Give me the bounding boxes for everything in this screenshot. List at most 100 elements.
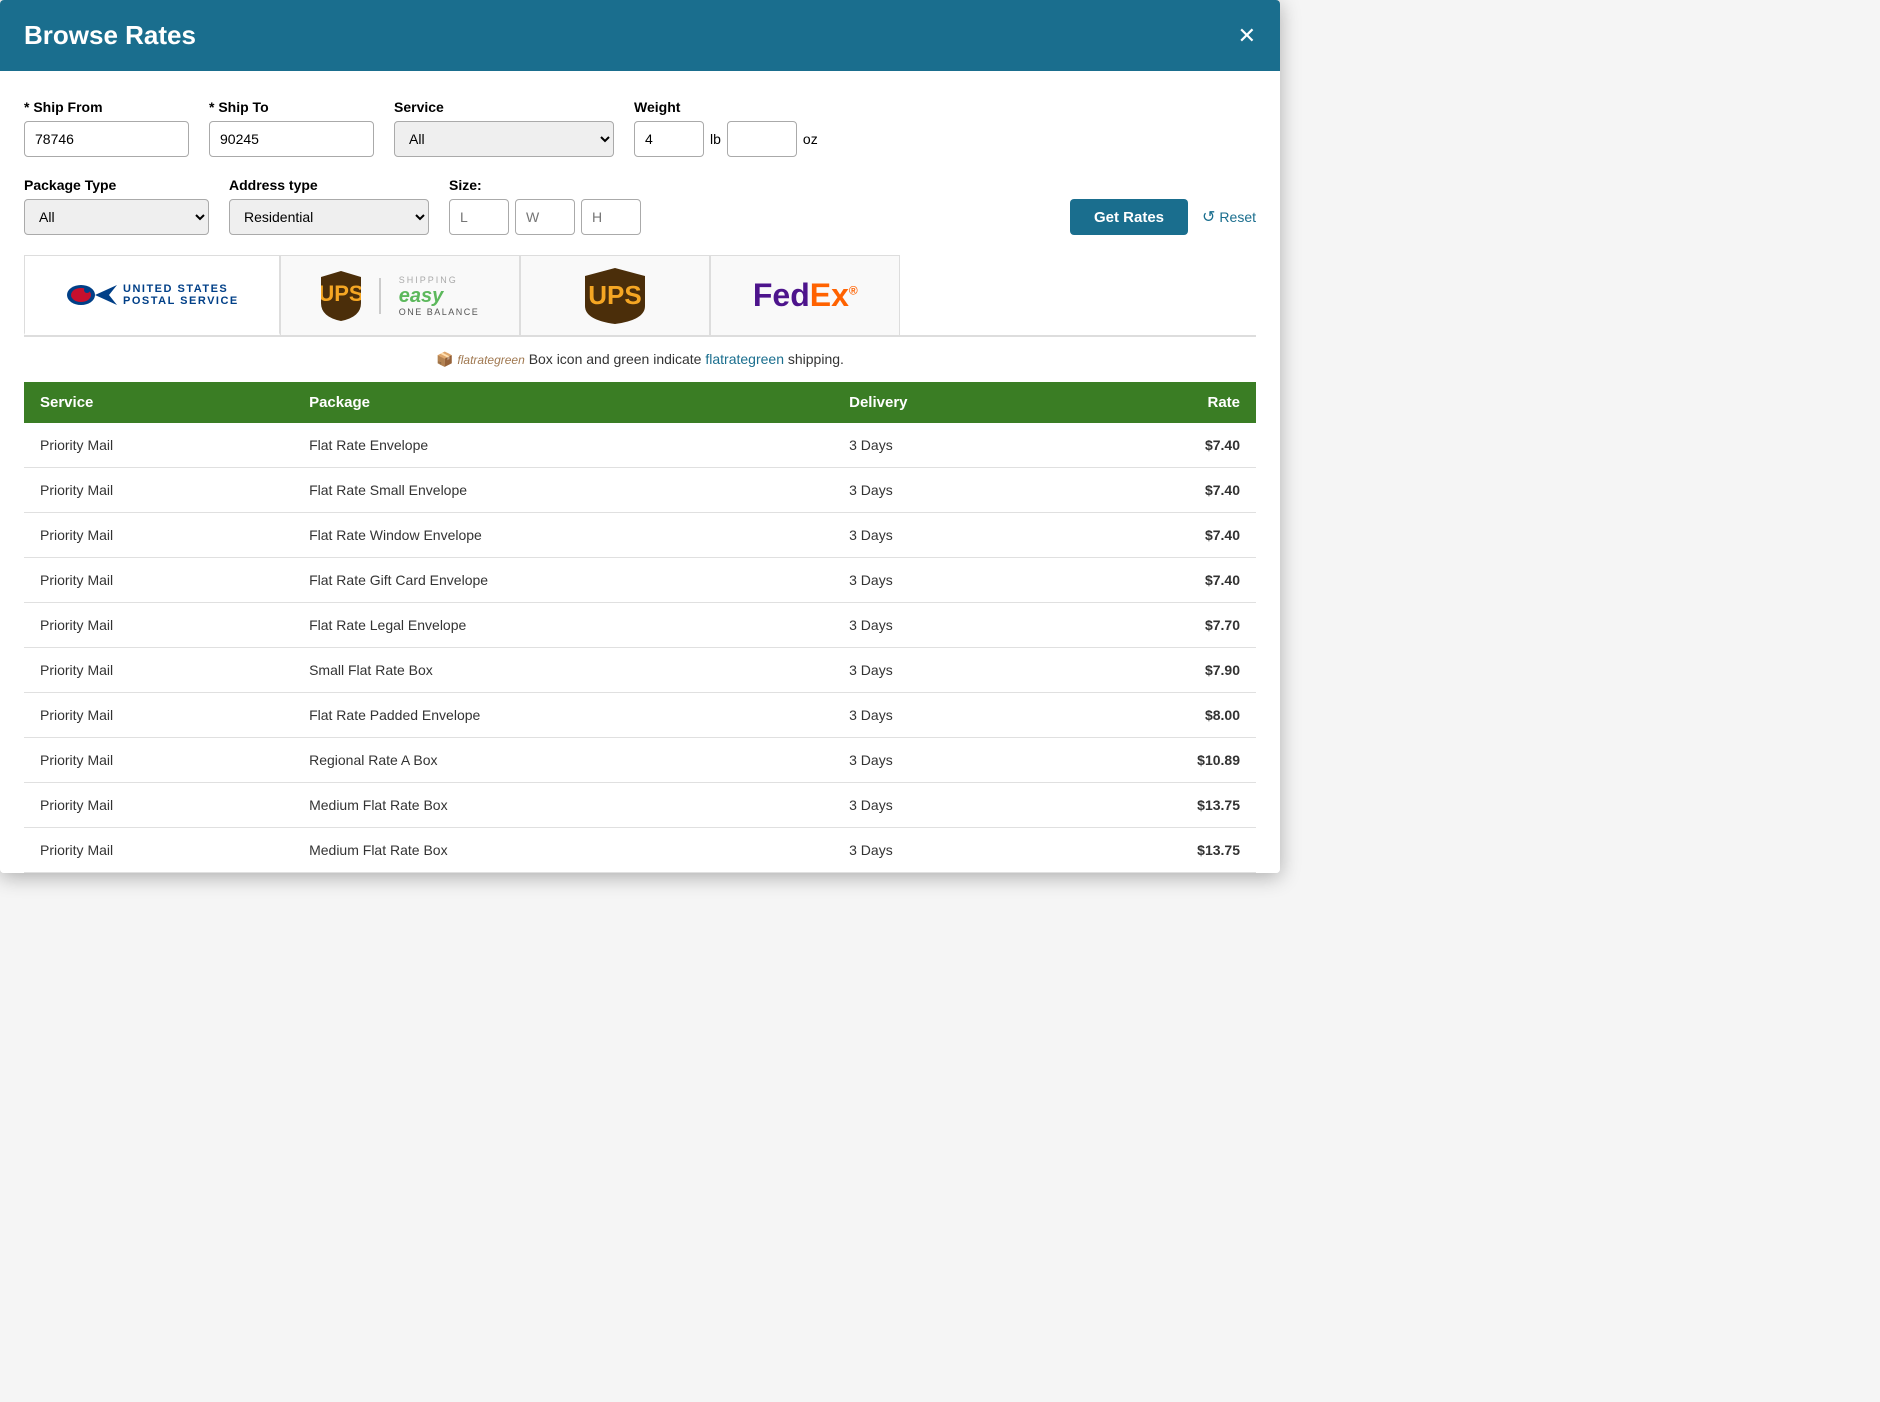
service-label: Service <box>394 99 614 115</box>
table-body: Priority Mail Flat Rate Envelope 3 Days … <box>24 423 1256 873</box>
ship-from-input[interactable] <box>24 121 189 157</box>
carrier-tab-fedex[interactable]: FedEx® <box>710 255 900 335</box>
svg-text:UPS: UPS <box>589 280 642 310</box>
cell-delivery: 3 Days <box>833 513 1064 558</box>
reset-button[interactable]: ↺ Reset <box>1202 207 1256 227</box>
ups-shield-icon: UPS <box>321 271 361 321</box>
package-type-select[interactable]: All Flat Rate Your Packaging <box>24 199 209 235</box>
cell-service: Priority Mail <box>24 693 293 738</box>
cell-package: Flat Rate Padded Envelope <box>293 693 833 738</box>
ups-se-logo: UPS shipping easy ONE BALANCE <box>321 271 480 321</box>
table-row: Priority Mail Small Flat Rate Box 3 Days… <box>24 648 1256 693</box>
carrier-tabs: UNITED STATES POSTAL SERVICE UPS shippin… <box>24 255 1256 337</box>
lb-unit: lb <box>710 131 721 147</box>
cell-service: Priority Mail <box>24 603 293 648</box>
se-line1: shipping <box>399 275 480 285</box>
cell-service: Priority Mail <box>24 648 293 693</box>
weight-group: Weight lb oz <box>634 99 818 157</box>
cell-delivery: 3 Days <box>833 603 1064 648</box>
cell-rate: $13.75 <box>1064 783 1256 828</box>
modal-title: Browse Rates <box>24 20 196 51</box>
cell-package: Flat Rate Window Envelope <box>293 513 833 558</box>
service-select[interactable]: All Priority Mail Priority Mail Express … <box>394 121 614 157</box>
weight-label: Weight <box>634 99 818 115</box>
close-button[interactable]: ✕ <box>1238 25 1256 47</box>
ups-logo: UPS <box>585 268 645 324</box>
col-service: Service <box>24 382 293 423</box>
service-group: Service All Priority Mail Priority Mail … <box>394 99 614 157</box>
divider <box>379 278 381 314</box>
cell-package: Small Flat Rate Box <box>293 648 833 693</box>
cell-rate: $7.90 <box>1064 648 1256 693</box>
size-w-input[interactable] <box>515 199 575 235</box>
reset-icon: ↺ <box>1202 207 1215 227</box>
table-row: Priority Mail Flat Rate Gift Card Envelo… <box>24 558 1256 603</box>
size-group: Size: <box>449 177 641 235</box>
size-h-input[interactable] <box>581 199 641 235</box>
package-type-label: Package Type <box>24 177 209 193</box>
table-row: Priority Mail Medium Flat Rate Box 3 Day… <box>24 828 1256 873</box>
form-actions: Get Rates ↺ Reset <box>1070 199 1256 235</box>
table-row: Priority Mail Flat Rate Small Envelope 3… <box>24 468 1256 513</box>
fedex-ex: Ex <box>810 277 849 313</box>
ship-to-label: * Ship To <box>209 99 374 115</box>
fedex-reg: ® <box>849 283 858 297</box>
cell-rate: $7.40 <box>1064 423 1256 468</box>
cell-rate: $7.40 <box>1064 468 1256 513</box>
col-delivery: Delivery <box>833 382 1064 423</box>
se-line2: easy <box>399 285 480 307</box>
weight-oz-input[interactable] <box>727 121 797 157</box>
carrier-tab-usps[interactable]: UNITED STATES POSTAL SERVICE <box>24 255 280 335</box>
modal-body: * Ship From * Ship To Service All Priori… <box>0 71 1280 873</box>
ship-to-group: * Ship To <box>209 99 374 157</box>
info-bar: 📦 flatrategreen Box icon and green indic… <box>24 337 1256 382</box>
cell-delivery: 3 Days <box>833 648 1064 693</box>
cell-delivery: 3 Days <box>833 828 1064 873</box>
table-row: Priority Mail Medium Flat Rate Box 3 Day… <box>24 783 1256 828</box>
carrier-tab-ups-se[interactable]: UPS shipping easy ONE BALANCE <box>280 255 521 335</box>
cell-rate: $7.40 <box>1064 558 1256 603</box>
form-row-2: Package Type All Flat Rate Your Packagin… <box>24 177 1256 235</box>
fedex-logo: FedEx® <box>753 277 858 314</box>
table-header: Service Package Delivery Rate <box>24 382 1256 423</box>
modal-header: Browse Rates ✕ <box>0 0 1280 71</box>
info-text-before: Box icon and green indicate <box>529 351 706 367</box>
cell-package: Flat Rate Legal Envelope <box>293 603 833 648</box>
usps-line2: POSTAL SERVICE <box>123 295 239 307</box>
cell-service: Priority Mail <box>24 783 293 828</box>
cell-service: Priority Mail <box>24 513 293 558</box>
ship-to-input[interactable] <box>209 121 374 157</box>
cell-service: Priority Mail <box>24 468 293 513</box>
cell-package: Medium Flat Rate Box <box>293 783 833 828</box>
flatrategreen-link[interactable]: flatrategreen <box>705 351 784 367</box>
shipping-easy-text: shipping easy ONE BALANCE <box>399 275 480 317</box>
cell-rate: $7.70 <box>1064 603 1256 648</box>
usps-line1: UNITED STATES <box>123 283 239 295</box>
rates-table: Service Package Delivery Rate Priority M… <box>24 382 1256 873</box>
table-row: Priority Mail Flat Rate Envelope 3 Days … <box>24 423 1256 468</box>
oz-unit: oz <box>803 131 818 147</box>
cell-delivery: 3 Days <box>833 468 1064 513</box>
cell-rate: $13.75 <box>1064 828 1256 873</box>
size-label: Size: <box>449 177 641 193</box>
svg-text:UPS: UPS <box>321 281 361 306</box>
weight-inputs: lb oz <box>634 121 818 157</box>
size-inputs <box>449 199 641 235</box>
cell-package: Flat Rate Small Envelope <box>293 468 833 513</box>
carrier-tab-ups[interactable]: UPS <box>520 255 710 335</box>
ship-from-label: * Ship From <box>24 99 189 115</box>
se-line3: ONE BALANCE <box>399 307 480 317</box>
weight-lb-input[interactable] <box>634 121 704 157</box>
cell-service: Priority Mail <box>24 423 293 468</box>
cell-package: Regional Rate A Box <box>293 738 833 783</box>
cell-service: Priority Mail <box>24 828 293 873</box>
size-l-input[interactable] <box>449 199 509 235</box>
col-rate: Rate <box>1064 382 1256 423</box>
get-rates-button[interactable]: Get Rates <box>1070 199 1188 235</box>
info-text-after: shipping. <box>788 351 844 367</box>
cell-delivery: 3 Days <box>833 558 1064 603</box>
cell-delivery: 3 Days <box>833 783 1064 828</box>
col-package: Package <box>293 382 833 423</box>
usps-text: UNITED STATES POSTAL SERVICE <box>123 283 239 307</box>
address-type-select[interactable]: Residential Commercial <box>229 199 429 235</box>
